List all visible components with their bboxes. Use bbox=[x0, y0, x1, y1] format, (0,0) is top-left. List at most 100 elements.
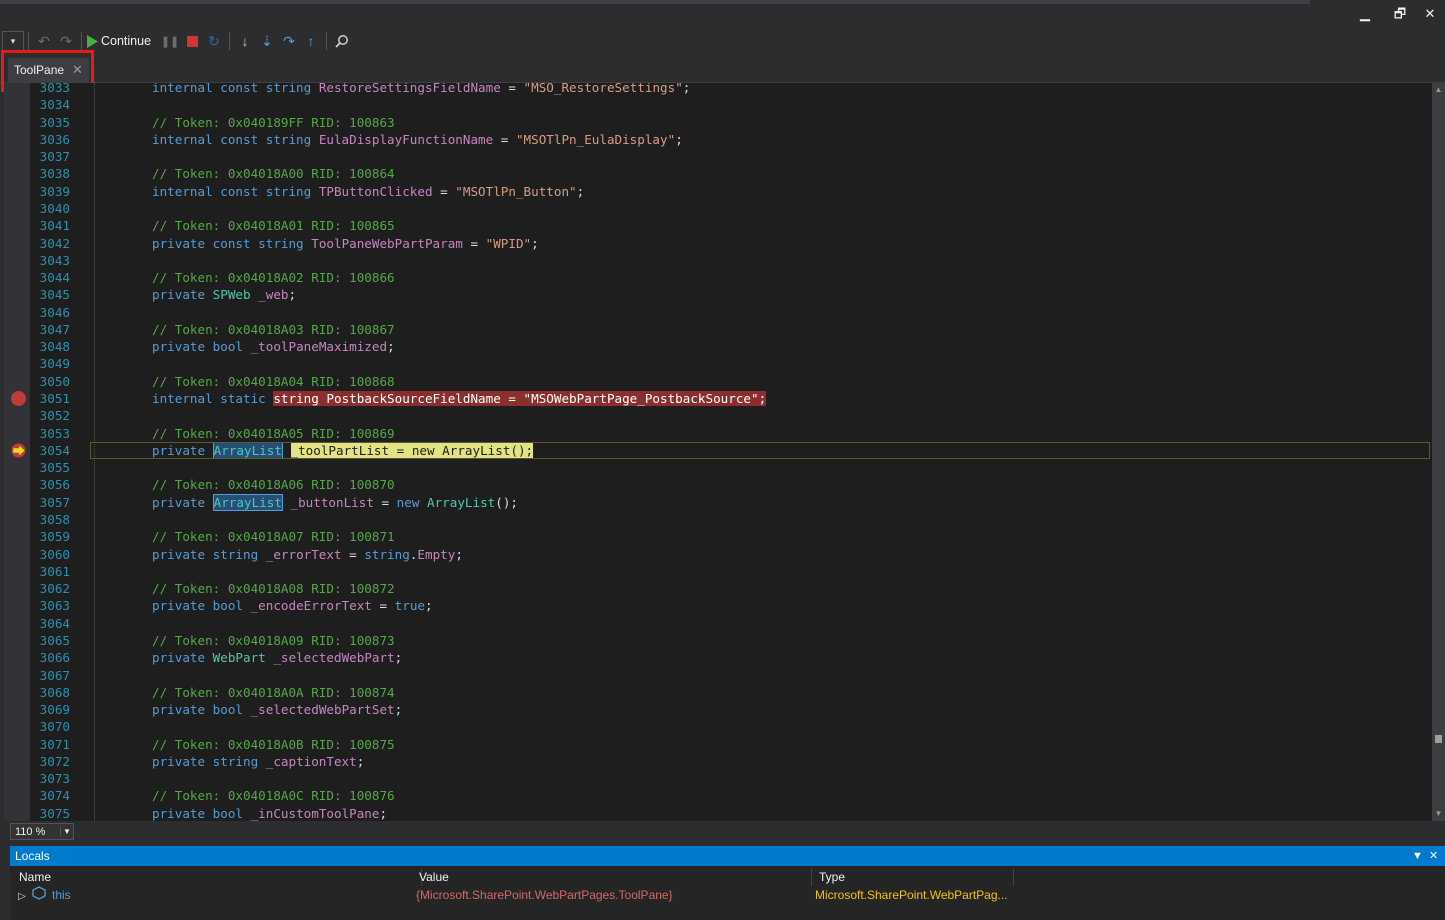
line-number: 3034 bbox=[39, 97, 70, 113]
show-next-statement-icon[interactable]: ↓ bbox=[234, 30, 256, 52]
code-line[interactable]: 3056 // Token: 0x04018A06 RID: 100870 bbox=[4, 476, 1432, 493]
code-editor[interactable]: 3033 internal const string RestoreSetting… bbox=[4, 83, 1432, 821]
vertical-scrollbar[interactable]: ▲ ▼ bbox=[1432, 83, 1445, 821]
column-header-value[interactable]: Value bbox=[414, 868, 812, 886]
code-line[interactable]: 3052 bbox=[4, 407, 1432, 424]
code-line[interactable]: 3070 bbox=[4, 718, 1432, 735]
code-line[interactable]: 3050 // Token: 0x04018A04 RID: 100868 bbox=[4, 373, 1432, 390]
code-line[interactable]: 3075 private bool _inCustomToolPane; bbox=[4, 805, 1432, 821]
code-token: ; bbox=[394, 702, 403, 718]
column-header-type[interactable]: Type bbox=[814, 868, 1014, 886]
code-line[interactable]: 3055 bbox=[4, 459, 1432, 476]
code-line[interactable]: 3044 // Token: 0x04018A02 RID: 100866 bbox=[4, 269, 1432, 286]
pause-icon[interactable]: ❚❚ bbox=[159, 30, 181, 52]
code-line[interactable]: 3043 bbox=[4, 252, 1432, 269]
code-line[interactable]: 3062 // Token: 0x04018A08 RID: 100872 bbox=[4, 580, 1432, 597]
code-text: internal static string PostbackSourceFie… bbox=[152, 390, 767, 407]
code-line[interactable]: 3072 private string _captionText; bbox=[4, 753, 1432, 770]
code-line[interactable]: 3046 bbox=[4, 304, 1432, 321]
line-number: 3075 bbox=[39, 805, 70, 821]
code-token: // Token: 0x04018A0C RID: 100876 bbox=[152, 788, 395, 804]
scrollbar-thumb[interactable] bbox=[1435, 735, 1442, 743]
line-number: 3045 bbox=[39, 287, 70, 303]
restart-icon[interactable]: ↻ bbox=[203, 30, 225, 52]
code-line[interactable]: 3038 // Token: 0x04018A00 RID: 100864 bbox=[4, 165, 1432, 182]
code-line[interactable]: 3053 // Token: 0x04018A05 RID: 100869 bbox=[4, 425, 1432, 442]
code-line[interactable]: 3048 private bool _toolPaneMaximized; bbox=[4, 338, 1432, 355]
undo-icon[interactable]: ↶ bbox=[33, 30, 55, 52]
code-line[interactable]: 3039 internal const string TPButtonClicke… bbox=[4, 183, 1432, 200]
stop-icon[interactable] bbox=[181, 30, 203, 52]
code-token: WebPart bbox=[212, 650, 266, 666]
code-text: private bool _inCustomToolPane; bbox=[152, 805, 387, 821]
toolbar-dropdown-chevron-icon[interactable]: ▾ bbox=[2, 31, 24, 51]
scroll-up-icon[interactable]: ▲ bbox=[1434, 85, 1443, 94]
scroll-down-icon[interactable]: ▼ bbox=[1434, 809, 1443, 818]
minimize-icon[interactable]: ▁ bbox=[1350, 4, 1380, 24]
line-number: 3058 bbox=[39, 512, 70, 527]
code-line[interactable]: 3063 private bool _encodeErrorText = true… bbox=[4, 597, 1432, 614]
code-line[interactable]: 3047 // Token: 0x04018A03 RID: 100867 bbox=[4, 321, 1432, 338]
zoom-select[interactable]: 110 % ▼ bbox=[10, 823, 74, 840]
code-line[interactable]: 3049 bbox=[4, 355, 1432, 372]
instruction-pointer-icon[interactable] bbox=[10, 443, 27, 458]
breakpoint-icon[interactable] bbox=[11, 391, 26, 407]
expand-arrow-icon[interactable]: ▷ bbox=[18, 886, 26, 904]
chevron-down-icon[interactable]: ▼ bbox=[60, 827, 73, 836]
search-icon[interactable] bbox=[331, 30, 353, 52]
code-line[interactable]: 3040 bbox=[4, 200, 1432, 217]
code-line[interactable]: 3060 private string _errorText = string.E… bbox=[4, 546, 1432, 563]
code-line[interactable]: 3066 private WebPart _selectedWebPart; bbox=[4, 649, 1432, 666]
locals-panel: Locals ▼ ✕ Name Value Type ▷ this {Micro… bbox=[10, 846, 1445, 920]
code-line[interactable]: 3061 bbox=[4, 563, 1432, 580]
panel-menu-chevron-icon[interactable]: ▼ bbox=[1412, 846, 1423, 866]
code-token: private const string bbox=[152, 235, 312, 251]
code-text: private const string ToolPaneWebPartPara… bbox=[152, 235, 539, 252]
step-out-icon[interactable]: ↑ bbox=[300, 30, 322, 52]
code-line[interactable]: 3068 // Token: 0x04018A0A RID: 100874 bbox=[4, 684, 1432, 701]
close-tab-icon[interactable]: ✕ bbox=[72, 62, 83, 78]
code-line[interactable]: 3073 bbox=[4, 770, 1432, 787]
code-line[interactable]: 3059 // Token: 0x04018A07 RID: 100871 bbox=[4, 528, 1432, 545]
toolbar-separator bbox=[81, 32, 82, 50]
code-token: private string bbox=[152, 546, 266, 562]
line-number: 3035 bbox=[39, 114, 70, 130]
code-line[interactable]: 3064 bbox=[4, 615, 1432, 632]
redo-icon[interactable]: ↷ bbox=[55, 30, 77, 52]
code-line[interactable]: 3035 // Token: 0x040189FF RID: 100863 bbox=[4, 114, 1432, 131]
tab-toolpane[interactable]: ToolPane ✕ bbox=[8, 58, 89, 82]
step-into-icon[interactable]: ⇣ bbox=[256, 30, 278, 52]
close-panel-icon[interactable]: ✕ bbox=[1429, 846, 1438, 866]
code-line[interactable]: 3033 internal const string RestoreSetting… bbox=[4, 83, 1432, 96]
code-line[interactable]: 3058 bbox=[4, 511, 1432, 528]
line-number: 3043 bbox=[39, 252, 70, 268]
code-line[interactable]: 3069 private bool _selectedWebPartSet; bbox=[4, 701, 1432, 718]
code-line[interactable]: 3037 bbox=[4, 148, 1432, 165]
code-line[interactable]: 3051 internal static string PostbackSourc… bbox=[4, 390, 1432, 407]
restore-icon[interactable]: 🗗 bbox=[1385, 4, 1415, 24]
line-number: 3064 bbox=[39, 615, 70, 631]
code-line[interactable]: 3057 private ArrayList _buttonList = new … bbox=[4, 493, 1432, 511]
column-header-name[interactable]: Name bbox=[10, 868, 422, 886]
local-var-value[interactable]: {Microsoft.SharePoint.WebPartPages.ToolP… bbox=[416, 886, 673, 904]
code-line[interactable]: 3071 // Token: 0x04018A0B RID: 100875 bbox=[4, 736, 1432, 753]
step-over-icon[interactable]: ↷ bbox=[278, 30, 300, 52]
code-line[interactable]: 3054 private ArrayList _toolPartList = ne… bbox=[4, 441, 1432, 459]
code-token: // Token: 0x04018A06 RID: 100870 bbox=[152, 477, 395, 493]
code-line[interactable]: 3074 // Token: 0x04018A0C RID: 100876 bbox=[4, 787, 1432, 804]
continue-button[interactable]: Continue bbox=[86, 30, 159, 52]
code-token: _web bbox=[258, 287, 289, 303]
toolbar-separator bbox=[326, 32, 328, 50]
close-window-icon[interactable]: ✕ bbox=[1415, 4, 1445, 24]
line-number: 3065 bbox=[39, 632, 70, 648]
code-line[interactable]: 3036 internal const string EulaDisplayFun… bbox=[4, 131, 1432, 148]
code-line[interactable]: 3034 bbox=[4, 96, 1432, 113]
code-line[interactable]: 3045 private SPWeb _web; bbox=[4, 286, 1432, 303]
code-line[interactable]: 3067 bbox=[4, 667, 1432, 684]
code-line[interactable]: 3041 // Token: 0x04018A01 RID: 100865 bbox=[4, 217, 1432, 234]
local-var-name[interactable]: this bbox=[52, 886, 71, 904]
code-line[interactable]: 3042 private const string ToolPaneWebPart… bbox=[4, 235, 1432, 252]
horizontal-scrollbar[interactable] bbox=[76, 826, 1426, 836]
code-line[interactable]: 3065 // Token: 0x04018A09 RID: 100873 bbox=[4, 632, 1432, 649]
code-token: private bbox=[152, 494, 213, 510]
